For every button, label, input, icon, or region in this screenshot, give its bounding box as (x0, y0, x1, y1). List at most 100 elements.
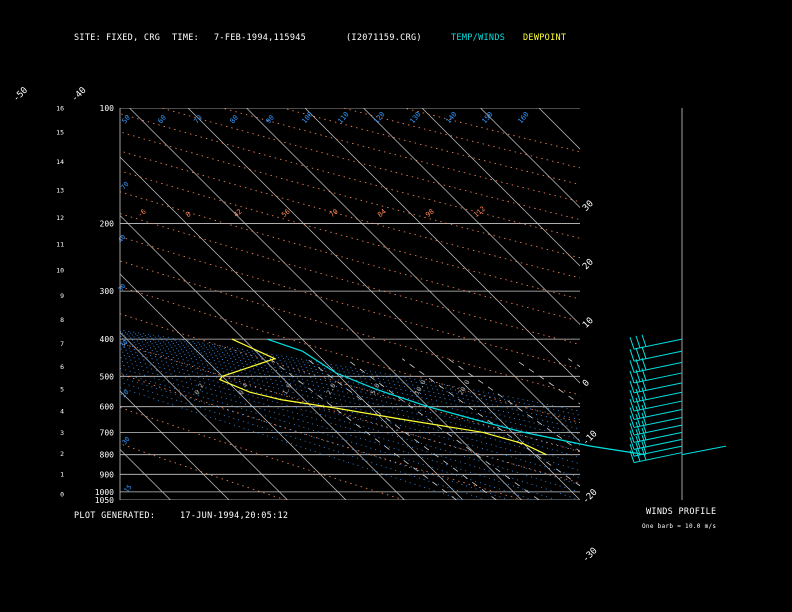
wind-barb-feather (635, 347, 641, 361)
moist-adiabat (120, 364, 580, 500)
moist-adiabat-label: 50 (120, 114, 132, 126)
dry-adiabat (120, 406, 405, 500)
isotherm-line (480, 108, 580, 208)
pressure-tick-label: 500 (100, 372, 115, 381)
dry-adiabat-label: 70 (328, 208, 340, 220)
moist-adiabat-label: 100 (300, 110, 314, 125)
generated-label: PLOT GENERATED: (74, 511, 156, 521)
mixing-ratio-line (447, 358, 580, 452)
moist-adiabat-label: 110 (336, 110, 350, 125)
dry-adiabat (120, 373, 523, 500)
wind-barb (633, 338, 683, 350)
moist-adiabat-label-left: 15 (122, 483, 133, 494)
mixing-ratio-line (513, 358, 580, 405)
mixing-ratio-line (567, 358, 580, 368)
dry-adiabat (282, 108, 580, 185)
wind-barb-feather (629, 336, 635, 350)
dry-adiabat (161, 108, 580, 221)
moist-adiabat-label: 120 (372, 110, 386, 125)
height-tick-label: 1 (60, 471, 64, 479)
mixing-ratio-label: 10.0 (413, 379, 428, 397)
wind-barb-feather (641, 346, 647, 359)
wind-barb (633, 391, 683, 403)
isotherm-label-top: -50 (12, 86, 31, 105)
wind-barb-surface (681, 445, 727, 456)
height-tick-label: 13 (56, 186, 64, 194)
height-tick-label: 15 (56, 129, 64, 137)
winds-profile-label: WINDS PROFILE (646, 507, 717, 517)
wind-barb (633, 372, 683, 384)
mixing-ratio-label: 20.0 (457, 379, 472, 397)
moist-adiabat-label-left: 70 (119, 180, 130, 191)
dry-adiabat (120, 131, 580, 259)
height-tick-label: 12 (56, 214, 64, 222)
height-tick-label: 5 (60, 386, 64, 394)
skewt-chart: SITE: FIXED, CRG TIME: 7-FEB-1994,115945… (0, 0, 792, 612)
wind-barb-feather (641, 334, 647, 347)
pressure-tick-label: 900 (100, 470, 115, 479)
wind-barb-feather (635, 359, 641, 372)
moist-adiabat-label: 160 (516, 110, 530, 125)
isotherm-line (120, 332, 288, 500)
dry-adiabat (120, 342, 580, 484)
pressure-tick-label: 400 (100, 335, 115, 344)
pressure-tick-label: 100 (100, 104, 115, 113)
wind-barb-feather (629, 443, 635, 457)
pressure-tick-label: 200 (100, 220, 115, 229)
moist-adiabat-label: 90 (264, 114, 276, 126)
isotherm-label-right: 0 (581, 378, 592, 389)
wind-barb-feather (629, 349, 635, 362)
height-tick-label: 8 (60, 316, 64, 324)
wind-barb-feather (641, 357, 647, 371)
dry-adiabat (120, 313, 580, 453)
wind-barb (633, 408, 683, 420)
isotherm-line (0, 108, 54, 500)
isotherm-label-top: -40 (70, 86, 89, 105)
mixing-ratio-label: 1.0 (281, 382, 294, 396)
isotherm-label-right: -20 (581, 488, 600, 507)
wind-barb (633, 361, 683, 373)
dry-adiabat-label: 42 (232, 208, 244, 220)
pressure-tick-label: 800 (100, 451, 115, 460)
pressure-tick-label: 300 (100, 287, 115, 296)
height-tick-label: 6 (60, 363, 64, 371)
height-tick-label: 0 (60, 491, 64, 499)
moist-adiabat-label: 80 (228, 114, 240, 126)
moist-adiabat (120, 381, 487, 500)
wind-barb (633, 400, 683, 412)
isotherm-line (538, 108, 580, 150)
wind-barb (633, 350, 683, 362)
moist-adiabat-label-left: 20 (119, 388, 130, 399)
dry-adiabat-label: 8 (184, 210, 192, 219)
mixing-ratio-label: 0.2 (193, 382, 206, 396)
dry-adiabat (403, 108, 580, 153)
moist-adiabat-label: 130 (408, 110, 422, 125)
moist-adiabat-label-left: 30 (120, 435, 131, 446)
isotherm-line (120, 215, 405, 500)
pressure-tick-label: 700 (100, 428, 115, 437)
isotherm-line (120, 449, 171, 500)
wind-barb (633, 382, 683, 394)
moist-adiabat-label-left: 40 (116, 233, 127, 244)
pressure-tick-label: 1050 (95, 496, 114, 505)
height-tick-label: 10 (56, 267, 64, 275)
height-tick-label: 2 (60, 450, 64, 458)
wind-barb-feather (629, 360, 635, 373)
dry-adiabat-label: -6 (136, 208, 148, 220)
moist-adiabat (120, 343, 580, 452)
isotherm-line (120, 390, 230, 500)
height-tick-label: 7 (60, 340, 64, 348)
moist-adiabat-label: 60 (156, 114, 168, 126)
isotherm-label-right: 20 (581, 257, 596, 272)
isotherm-line (363, 108, 580, 325)
moist-adiabat (120, 351, 580, 472)
dry-adiabat (120, 443, 286, 500)
moist-adiabat (120, 387, 464, 500)
isotherm-line (120, 273, 347, 500)
isotherm-label-right: 10 (581, 316, 596, 331)
dry-adiabat (120, 113, 580, 239)
dry-adiabat-label: 56 (280, 208, 292, 220)
dry-adiabat-label: 98 (424, 208, 436, 220)
dry-adiabat-label: 84 (376, 208, 388, 220)
moist-adiabat (120, 376, 510, 500)
